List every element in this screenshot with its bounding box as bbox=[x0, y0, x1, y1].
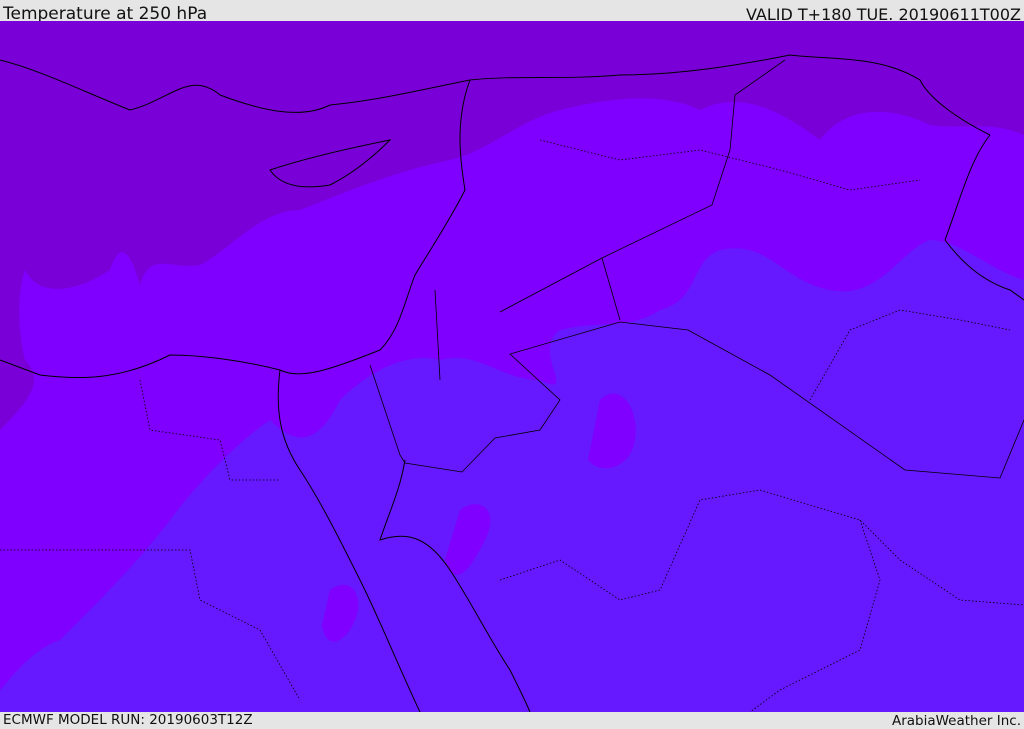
model-run: ECMWF MODEL RUN: 20190603T12Z bbox=[3, 712, 253, 728]
credit: ArabiaWeather Inc. bbox=[891, 713, 1021, 729]
temperature-map bbox=[0, 21, 1024, 712]
header-bar: Temperature at 250 hPa VALID T+180 TUE. … bbox=[0, 0, 1024, 24]
footer-bar: ECMWF MODEL RUN: 20190603T12Z ArabiaWeat… bbox=[0, 712, 1024, 729]
